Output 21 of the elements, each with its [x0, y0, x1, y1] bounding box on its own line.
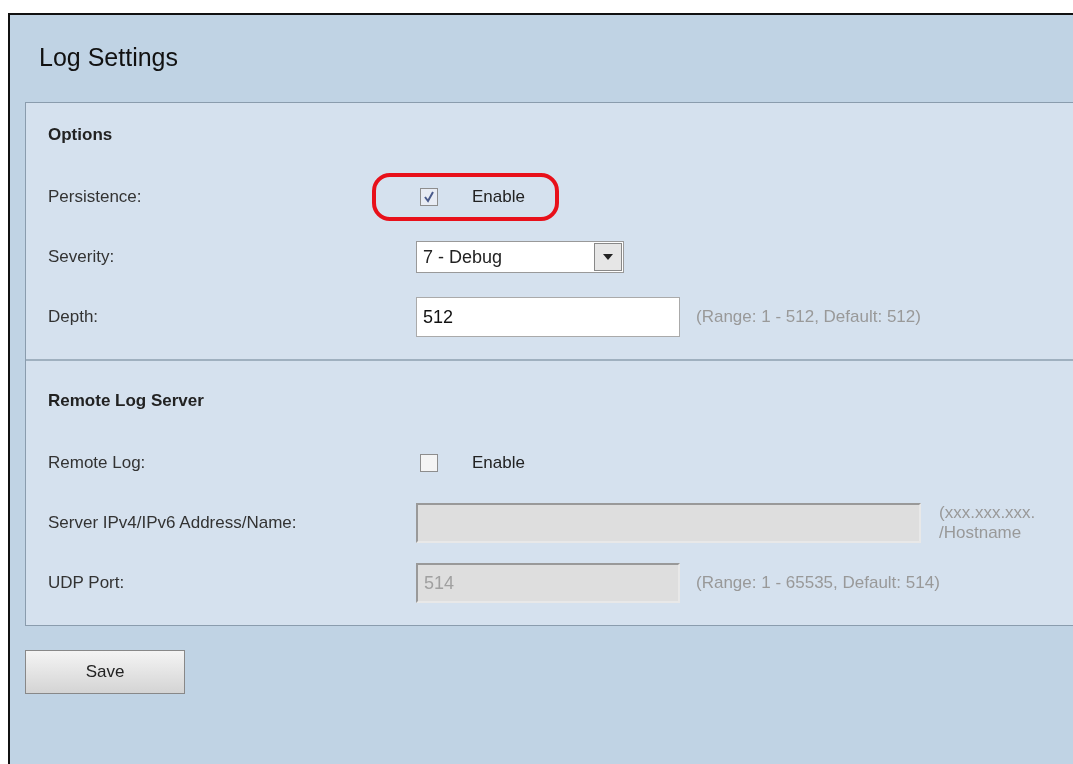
save-button[interactable]: Save — [25, 650, 185, 694]
field-label: Depth: — [48, 307, 100, 327]
field-label: Persistence: — [48, 187, 143, 207]
input-field[interactable]: 512 — [416, 297, 680, 337]
caret-icon — [594, 243, 622, 271]
field-label: Server IPv4/IPv6 Address/Name: — [48, 513, 298, 533]
page-title: Log Settings — [38, 42, 178, 73]
checkbox[interactable] — [420, 188, 438, 206]
field-label: UDP Port: — [48, 573, 126, 593]
hint-text: (xxx.xxx.xxx. — [939, 503, 1036, 523]
checkbox-label: Enable — [472, 187, 525, 207]
hint-text: /Hostname — [939, 523, 1023, 543]
field-label: Remote Log: — [48, 453, 147, 473]
hint-text: (Range: 1 - 65535, Default: 514) — [696, 573, 940, 593]
hint-text: (Range: 1 - 512, Default: 512) — [696, 307, 921, 327]
checkbox-label: Enable — [472, 453, 525, 473]
severity-select[interactable]: 7 - Debug — [416, 241, 624, 273]
field-label: Severity: — [48, 247, 116, 267]
section-heading: Options — [48, 125, 114, 146]
checkbox[interactable] — [420, 454, 438, 472]
section-heading: Remote Log Server — [48, 391, 205, 412]
